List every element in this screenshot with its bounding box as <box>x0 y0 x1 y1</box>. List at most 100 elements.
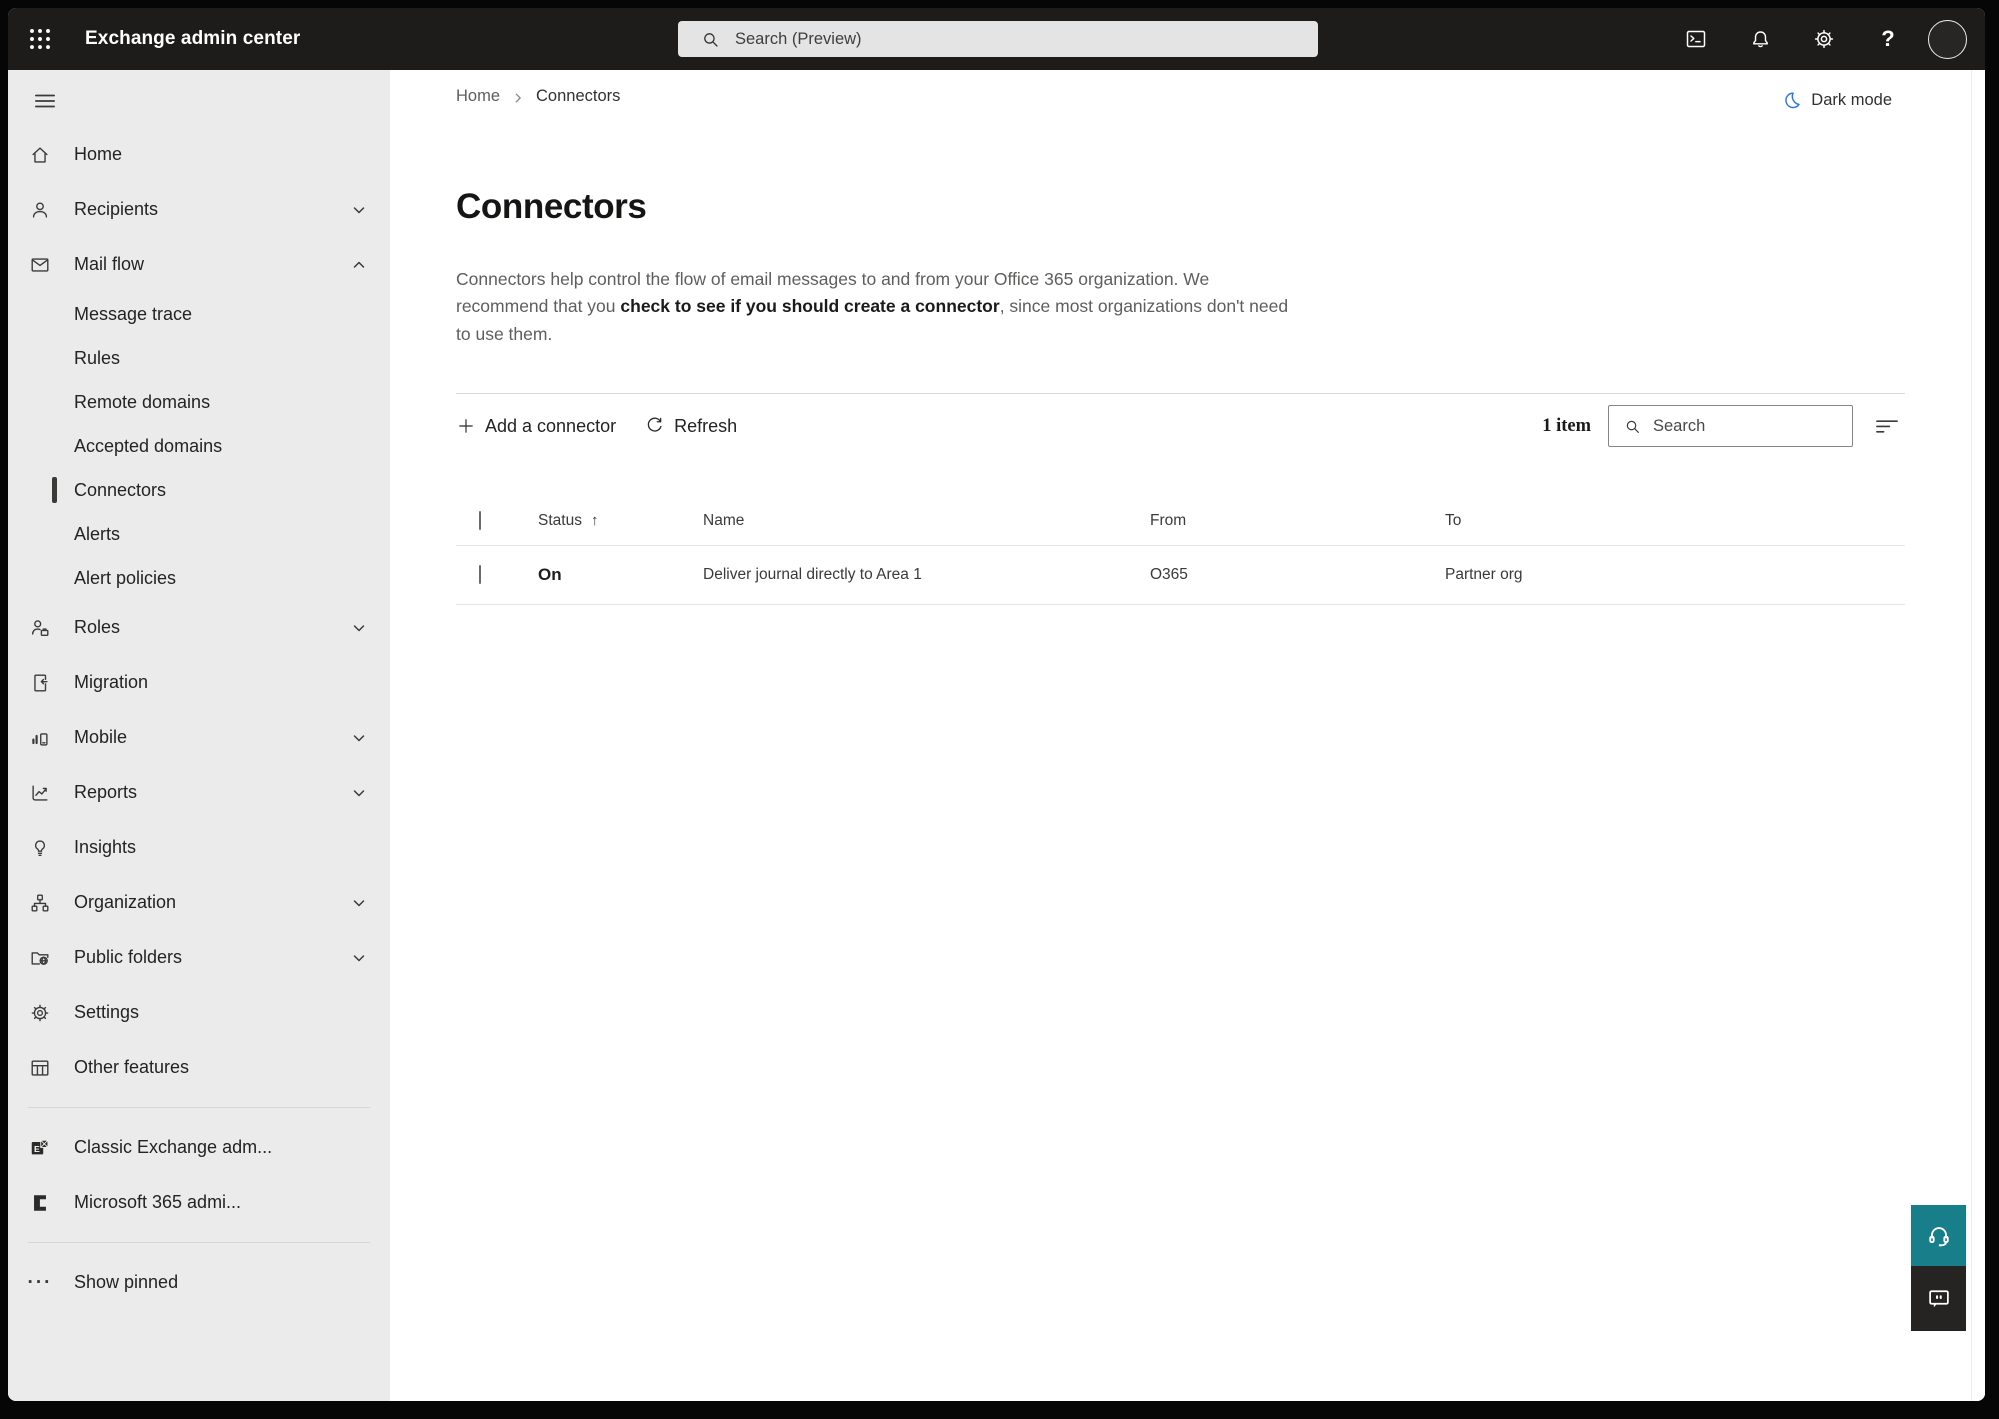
feedback-button[interactable] <box>1911 1266 1966 1331</box>
sidebar-item-label: Alerts <box>74 523 121 544</box>
column-header-from[interactable]: From <box>1150 512 1186 530</box>
app-launcher-button[interactable] <box>20 19 60 59</box>
sidebar-item-label: Recipients <box>74 199 159 219</box>
sidebar-item-label: Organization <box>74 892 177 912</box>
bell-icon <box>1752 30 1768 47</box>
list-search-input[interactable] <box>1651 415 1825 437</box>
sidebar-item-label: Home <box>74 144 123 164</box>
sidebar-item-show-pinned[interactable]: ··· Show pinned <box>8 1255 390 1310</box>
sidebar-item-classic-exchange[interactable]: E Classic Exchange adm... <box>8 1120 390 1175</box>
sidebar-item-other-features[interactable]: Other features <box>8 1040 390 1095</box>
feedback-chat-icon <box>1928 1289 1949 1307</box>
nav-collapse-button[interactable] <box>28 86 62 116</box>
notifications-button[interactable] <box>1728 8 1792 70</box>
hamburger-icon <box>35 94 55 108</box>
column-header-to[interactable]: To <box>1445 512 1461 530</box>
sidebar-item-migration[interactable]: Migration <box>8 655 390 710</box>
row-name[interactable]: Deliver journal directly to Area 1 <box>703 566 922 584</box>
gear-icon <box>1814 29 1834 49</box>
sidebar-item-mobile[interactable]: Mobile <box>8 710 390 765</box>
column-header-name[interactable]: Name <box>703 512 744 530</box>
sidebar-item-rules[interactable]: Rules <box>8 336 390 380</box>
account-avatar[interactable] <box>1928 19 1967 59</box>
sidebar-item-label: Show pinned <box>74 1272 179 1292</box>
sidebar-item-label: Message trace <box>74 303 193 324</box>
refresh-icon <box>647 417 662 432</box>
sidebar-item-alert-policies[interactable]: Alert policies <box>8 556 390 600</box>
person-roles-icon <box>28 616 52 640</box>
ellipsis-icon: ··· <box>27 1271 53 1293</box>
help-button[interactable]: ? <box>1856 8 1920 70</box>
sidebar-item-connectors-selected[interactable]: Connectors <box>8 468 390 512</box>
selected-indicator <box>52 477 57 503</box>
person-icon <box>28 198 52 222</box>
row-from: O365 <box>1150 566 1188 583</box>
toolbar: Add a connector Refresh 1 item <box>456 403 1905 449</box>
breadcrumb: Home Connectors <box>456 87 620 106</box>
sidebar-item-recipients[interactable]: Recipients <box>8 182 390 237</box>
row-to: Partner org <box>1445 566 1523 583</box>
sidebar-item-label: Migration <box>74 672 149 692</box>
headset-icon <box>1928 1226 1949 1247</box>
topbar-actions: ? <box>1664 8 1977 70</box>
sort-ascending-icon: ↑ <box>590 512 599 529</box>
add-connector-button[interactable]: Add a connector <box>456 410 626 443</box>
connectors-table: Status ↑ Name From To On Deliver journal … <box>456 497 1905 605</box>
sidebar-item-remote-domains[interactable]: Remote domains <box>8 380 390 424</box>
sidebar-item-roles[interactable]: Roles <box>8 600 390 655</box>
sidebar-item-label: Public folders <box>74 947 183 967</box>
sidebar-item-reports[interactable]: Reports <box>8 765 390 820</box>
sidebar-item-label: Other features <box>74 1057 190 1077</box>
sidebar-item-message-trace[interactable]: Message trace <box>8 292 390 336</box>
chart-icon <box>28 781 52 805</box>
refresh-button[interactable]: Refresh <box>644 410 747 443</box>
dark-mode-toggle[interactable]: Dark mode <box>1781 90 1892 111</box>
filter-icon <box>1876 420 1898 433</box>
sidebar-item-alerts[interactable]: Alerts <box>8 512 390 556</box>
mobile-icon <box>28 726 52 750</box>
settings-button[interactable] <box>1792 8 1856 70</box>
global-search-box[interactable] <box>678 21 1318 57</box>
sidebar-item-label: Insights <box>74 837 137 857</box>
sidebar-item-label: Reports <box>74 782 138 802</box>
chevron-down-icon <box>352 951 366 965</box>
sidebar-item-home[interactable]: Home <box>8 127 390 182</box>
table-grid-icon <box>28 1056 52 1080</box>
body: Home Recipients Mail flow Message trace … <box>8 70 1985 1401</box>
sidebar-item-m365-admin[interactable]: Microsoft 365 admi... <box>8 1175 390 1230</box>
scrollbar-track[interactable] <box>1971 70 1985 1401</box>
sidebar-item-label: Settings <box>74 1002 140 1022</box>
sidebar-item-settings[interactable]: Settings <box>8 985 390 1040</box>
sidebar-item-mail-flow[interactable]: Mail flow <box>8 237 390 292</box>
sidebar-item-label: Classic Exchange adm... <box>74 1137 273 1157</box>
toolbar-divider <box>456 393 1905 394</box>
sidebar-item-label: Mobile <box>74 727 128 747</box>
description-link[interactable]: check to see if you should create a conn… <box>620 296 999 316</box>
list-search-box[interactable] <box>1608 405 1853 447</box>
mail-icon <box>28 253 52 277</box>
table-row[interactable]: On Deliver journal directly to Area 1 O3… <box>456 546 1905 604</box>
sidebar-item-label: Mail flow <box>74 254 145 274</box>
chevron-down-icon <box>352 731 366 745</box>
cloud-shell-button[interactable] <box>1664 8 1728 70</box>
page-title: Connectors <box>456 187 647 227</box>
sidebar-item-label: Alert policies <box>74 567 177 588</box>
page-description: Connectors help control the flow of emai… <box>456 266 1301 349</box>
moon-icon <box>1785 92 1801 109</box>
sidebar-item-insights[interactable]: Insights <box>8 820 390 875</box>
sidebar-item-accepted-domains[interactable]: Accepted domains <box>8 424 390 468</box>
lightbulb-icon <box>28 836 52 860</box>
gear-icon <box>28 1001 52 1025</box>
row-checkbox[interactable] <box>479 565 481 584</box>
sidebar-item-public-folders[interactable]: Public folders <box>8 930 390 985</box>
sidebar-item-label: Remote domains <box>74 391 211 412</box>
support-button[interactable] <box>1911 1205 1966 1266</box>
column-header-status[interactable]: Status ↑ <box>538 512 598 530</box>
filter-button[interactable] <box>1870 410 1905 442</box>
chevron-down-icon <box>352 786 366 800</box>
breadcrumb-home-link[interactable]: Home <box>456 87 500 106</box>
select-all-checkbox[interactable] <box>479 511 481 530</box>
sidebar-item-label: Connectors <box>74 479 167 500</box>
sidebar-item-organization[interactable]: Organization <box>8 875 390 930</box>
global-search-input[interactable] <box>733 28 1297 50</box>
